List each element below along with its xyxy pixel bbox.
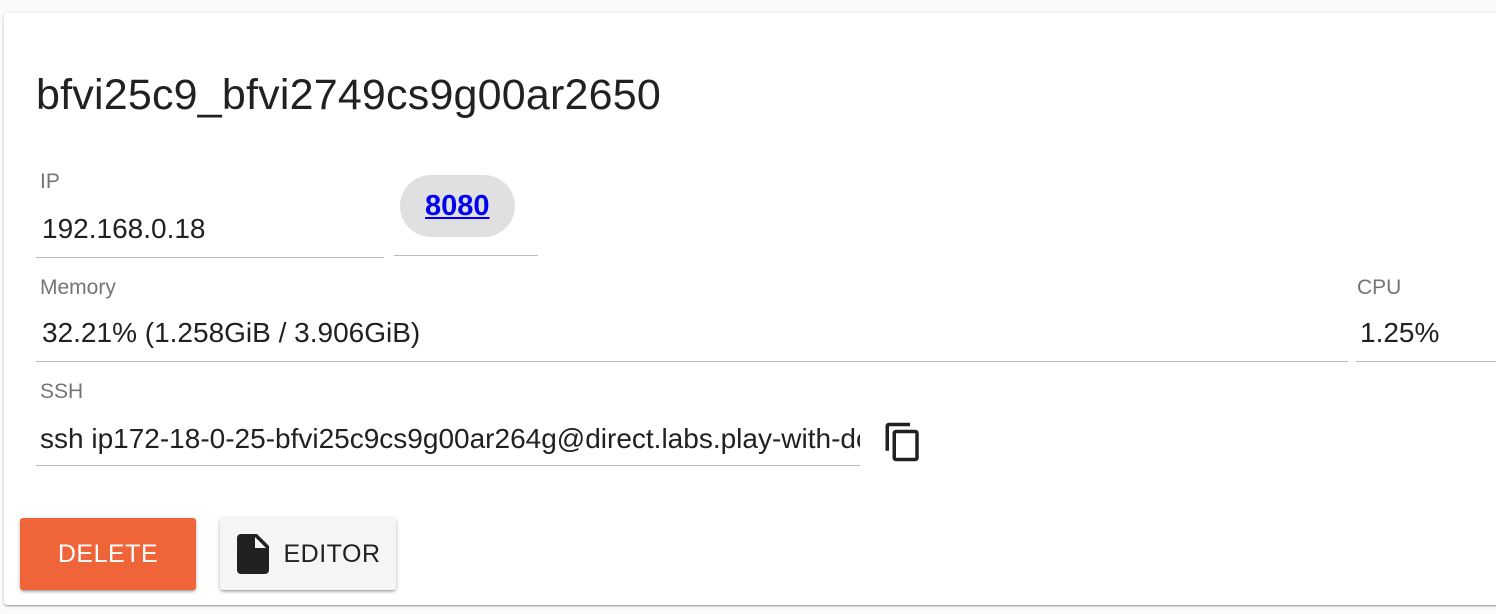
memory-value[interactable]: 32.21% (1.258GiB / 3.906GiB)	[42, 316, 420, 350]
port-link-8080[interactable]: 8080	[400, 175, 515, 237]
cpu-value[interactable]: 1.25%	[1360, 316, 1439, 350]
ip-label: IP	[40, 170, 60, 193]
copy-ssh-button[interactable]	[880, 418, 926, 466]
memory-label: Memory	[40, 276, 116, 299]
ports-field: 8080	[394, 170, 538, 256]
ports-underline	[394, 255, 538, 256]
editor-button[interactable]: EDITOR	[220, 518, 396, 590]
ssh-underline	[36, 465, 860, 466]
cpu-underline	[1356, 361, 1496, 362]
ip-underline	[36, 257, 384, 258]
ip-value[interactable]: 192.168.0.18	[42, 212, 206, 246]
delete-button-label: DELETE	[57, 539, 159, 568]
copy-icon	[885, 422, 919, 462]
ssh-field: SSH ssh ip172-18-0-25-bfvi25c9cs9g00ar26…	[36, 380, 860, 466]
memory-underline	[36, 361, 1348, 362]
delete-button[interactable]: DELETE	[20, 518, 196, 590]
file-icon	[236, 534, 270, 574]
instance-title: bfvi25c9_bfvi2749cs9g00ar2650	[36, 71, 661, 119]
cpu-field: CPU 1.25%	[1356, 276, 1496, 362]
ssh-label: SSH	[40, 380, 84, 403]
ssh-value[interactable]: ssh ip172-18-0-25-bfvi25c9cs9g00ar264g@d…	[40, 422, 860, 456]
memory-field: Memory 32.21% (1.258GiB / 3.906GiB)	[36, 276, 1348, 362]
cpu-label: CPU	[1357, 276, 1402, 299]
editor-button-label: EDITOR	[283, 539, 381, 568]
ip-field: IP 192.168.0.18	[36, 170, 384, 258]
